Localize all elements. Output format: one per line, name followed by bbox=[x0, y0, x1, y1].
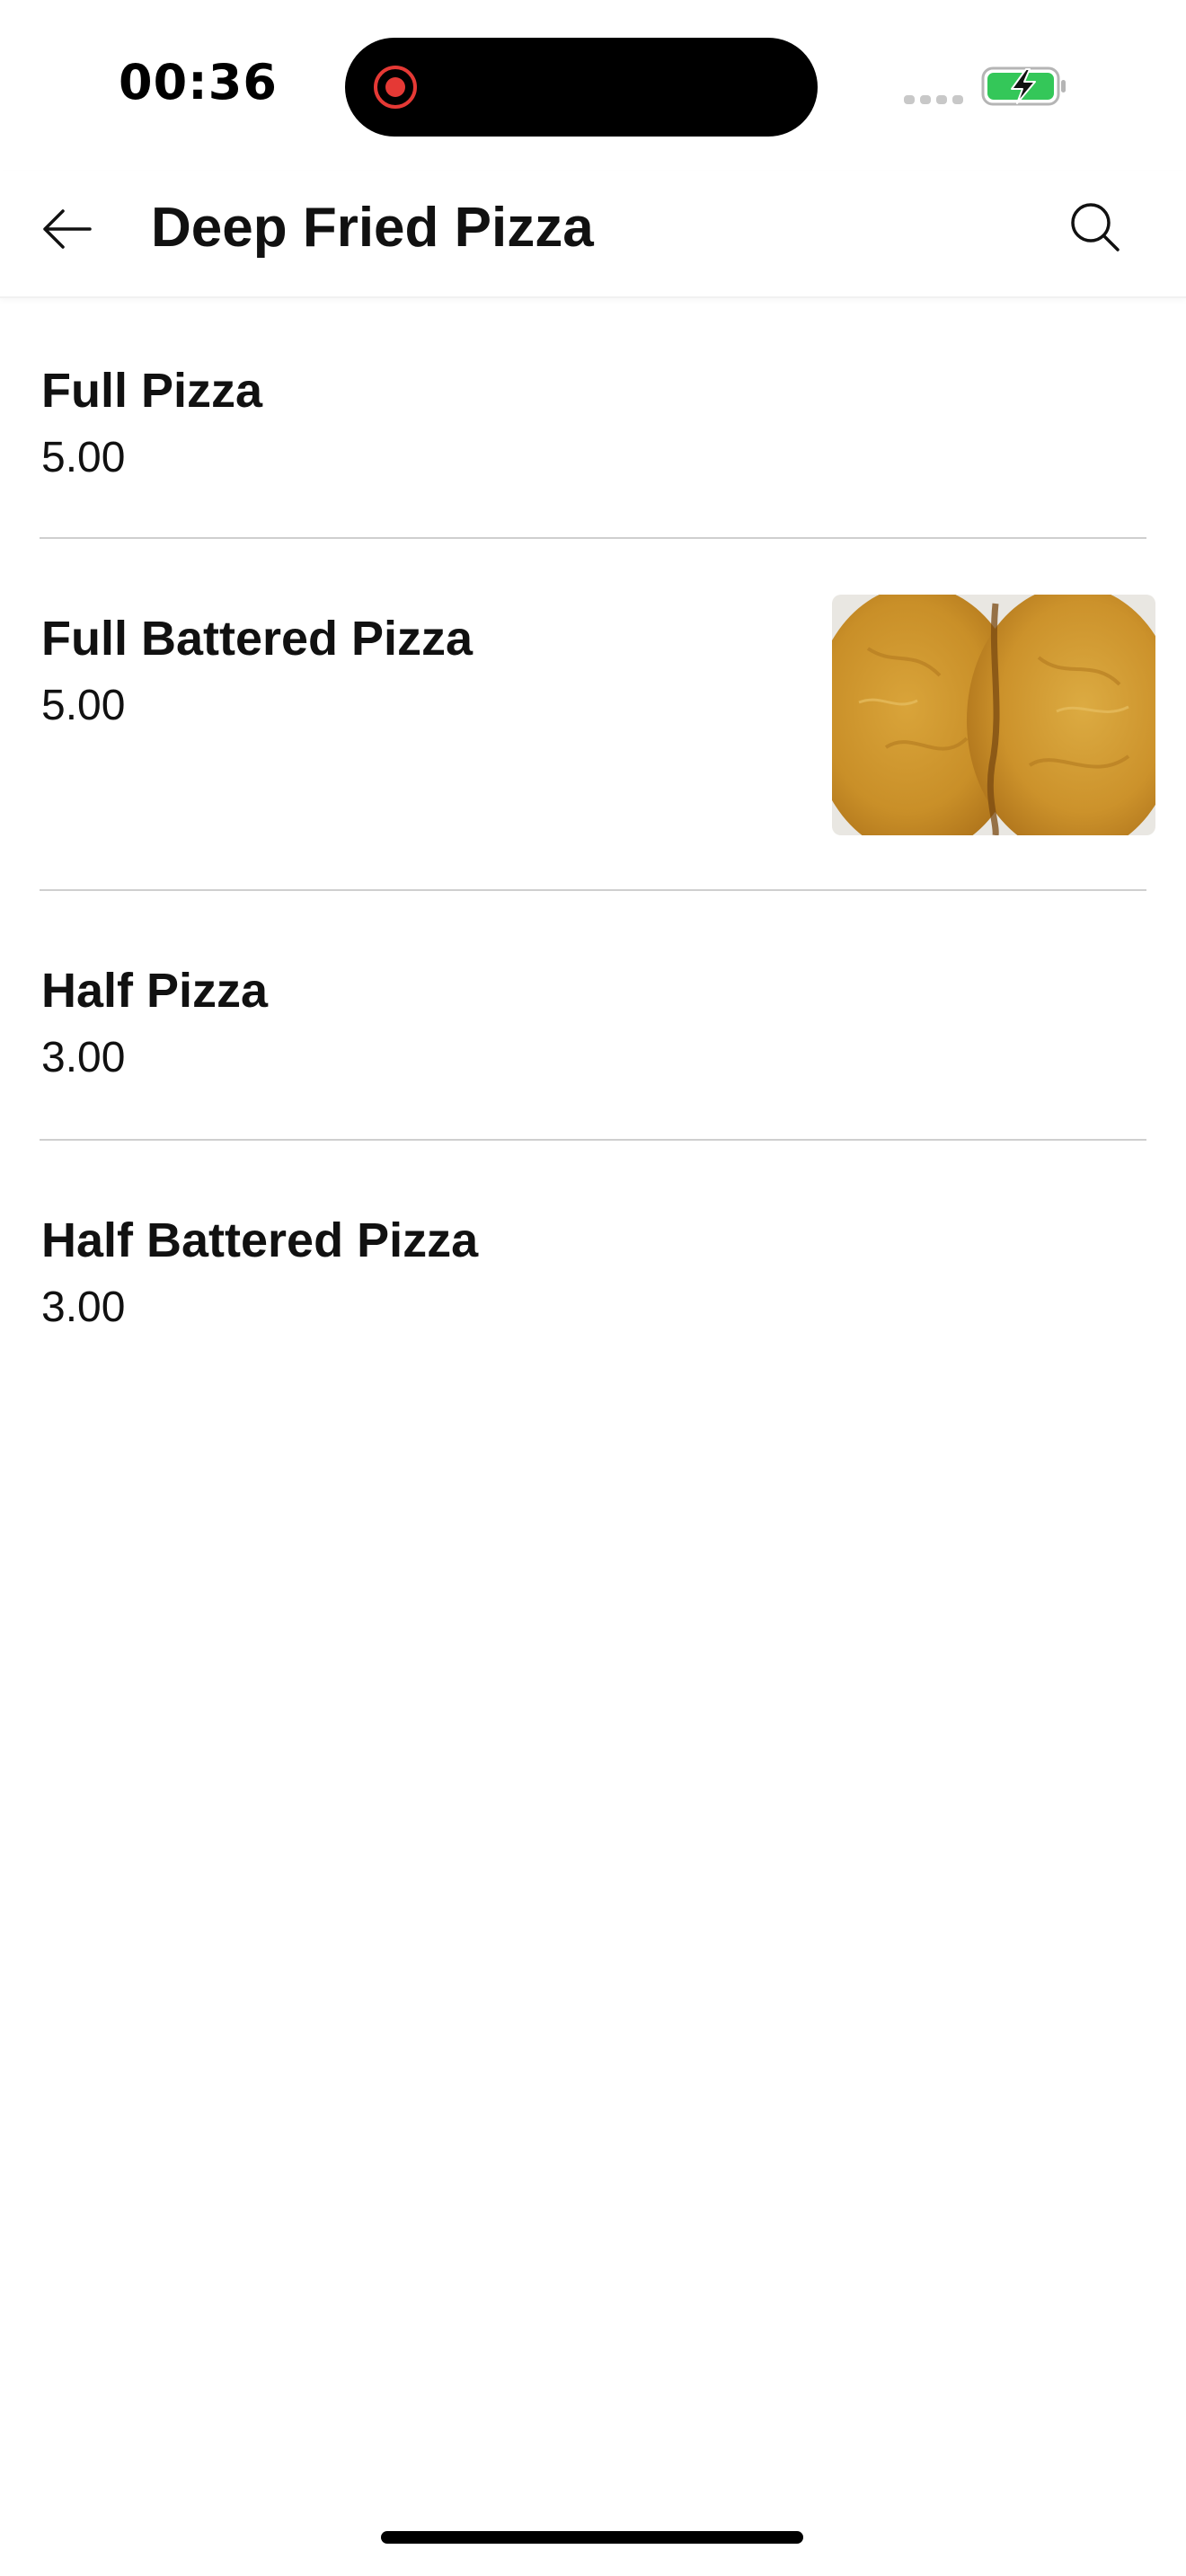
search-icon[interactable] bbox=[1064, 196, 1127, 259]
item-price: 5.00 bbox=[41, 682, 126, 729]
home-indicator[interactable] bbox=[381, 2531, 803, 2544]
item-name: Half Battered Pizza bbox=[41, 1213, 479, 1267]
item-price: 3.00 bbox=[41, 1034, 126, 1081]
menu-item-half-pizza[interactable]: Half Pizza 3.00 bbox=[40, 891, 1146, 1141]
item-name: Full Pizza bbox=[41, 364, 263, 418]
menu-item-full-battered-pizza[interactable]: Full Battered Pizza 5.00 bbox=[40, 539, 1155, 891]
status-bar: 00:36 bbox=[0, 0, 1186, 171]
item-photo bbox=[832, 595, 1155, 835]
cellular-signal-icon bbox=[904, 95, 963, 104]
menu-item-full-pizza[interactable]: Full Pizza 5.00 bbox=[40, 298, 1146, 539]
dynamic-island bbox=[345, 38, 818, 137]
screen-recording-icon bbox=[374, 66, 417, 109]
status-time: 00:36 bbox=[119, 54, 278, 110]
item-name: Full Battered Pizza bbox=[41, 612, 474, 666]
menu-item-list: Full Pizza 5.00 Full Battered Pizza 5.00 bbox=[0, 298, 1186, 1374]
battery-charging-icon bbox=[981, 66, 1066, 106]
menu-item-half-battered-pizza[interactable]: Half Battered Pizza 3.00 bbox=[40, 1141, 1146, 1374]
item-name: Half Pizza bbox=[41, 964, 269, 1018]
arrow-left-icon[interactable] bbox=[36, 198, 99, 260]
app-header: Deep Fried Pizza bbox=[0, 171, 1186, 298]
item-price: 5.00 bbox=[41, 434, 126, 481]
item-price: 3.00 bbox=[41, 1284, 126, 1331]
page-title: Deep Fried Pizza bbox=[151, 197, 594, 259]
